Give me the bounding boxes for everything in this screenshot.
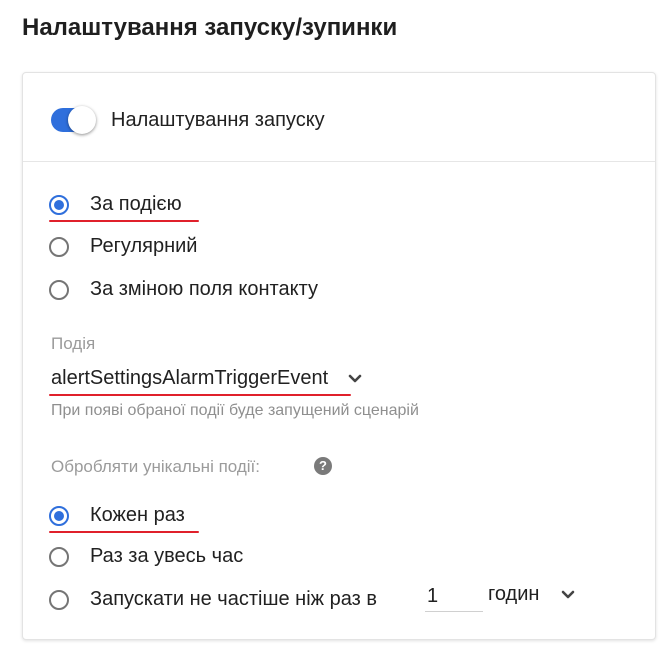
launch-settings-card: Налаштування запуску За подією Регулярни…: [22, 72, 656, 640]
radio-button[interactable]: [49, 279, 69, 300]
highlight-underline: [49, 531, 199, 533]
radio-label-not-more-often: Запускати не частіше ніж раз в: [90, 588, 377, 610]
event-select-value: alertSettingsAlarmTriggerEvent: [51, 367, 329, 389]
radio-label-by-event: За подією: [90, 193, 182, 215]
highlight-underline: [49, 394, 351, 396]
chevron-down-icon: [562, 590, 575, 598]
radio-label-regular: Регулярний: [90, 235, 198, 257]
radio-label-every-time: Кожен раз: [90, 504, 185, 526]
card-header: Налаштування запуску: [23, 73, 655, 162]
radio-button-checked[interactable]: [49, 505, 69, 526]
event-hint: При появі обраної події буде запущений с…: [51, 402, 419, 419]
interval-unit-select[interactable]: годин: [488, 583, 575, 606]
radio-button[interactable]: [49, 236, 69, 257]
launch-settings-toggle[interactable]: [51, 106, 96, 134]
chevron-down-icon: [348, 374, 362, 382]
radio-label-once-all-time: Раз за увесь час: [90, 545, 244, 567]
radio-regular[interactable]: Регулярний: [49, 235, 197, 258]
interval-value-input[interactable]: [425, 581, 483, 612]
radio-not-more-often[interactable]: Запускати не частіше ніж раз в: [49, 588, 377, 611]
radio-label-contact-field-change: За зміною поля контакту: [90, 278, 318, 300]
radio-button-checked[interactable]: [49, 194, 69, 215]
radio-button[interactable]: [49, 589, 69, 610]
page-title: Налаштування запуску/зупинки: [22, 14, 398, 41]
radio-every-time[interactable]: Кожен раз: [49, 504, 185, 527]
radio-button[interactable]: [49, 546, 69, 567]
interval-unit-value: годин: [488, 583, 540, 605]
question-icon[interactable]: ?: [314, 457, 332, 475]
radio-contact-field-change[interactable]: За зміною поля контакту: [49, 278, 318, 301]
event-select[interactable]: alertSettingsAlarmTriggerEvent: [51, 367, 362, 390]
event-field-label: Подія: [51, 334, 96, 353]
highlight-underline: [49, 220, 199, 222]
radio-by-event[interactable]: За подією: [49, 193, 182, 216]
radio-once-all-time[interactable]: Раз за увесь час: [49, 545, 243, 568]
toggle-knob: [68, 106, 96, 134]
unique-events-label: Обробляти унікальні події:: [51, 457, 260, 476]
launch-settings-label: Налаштування запуску: [111, 109, 325, 131]
